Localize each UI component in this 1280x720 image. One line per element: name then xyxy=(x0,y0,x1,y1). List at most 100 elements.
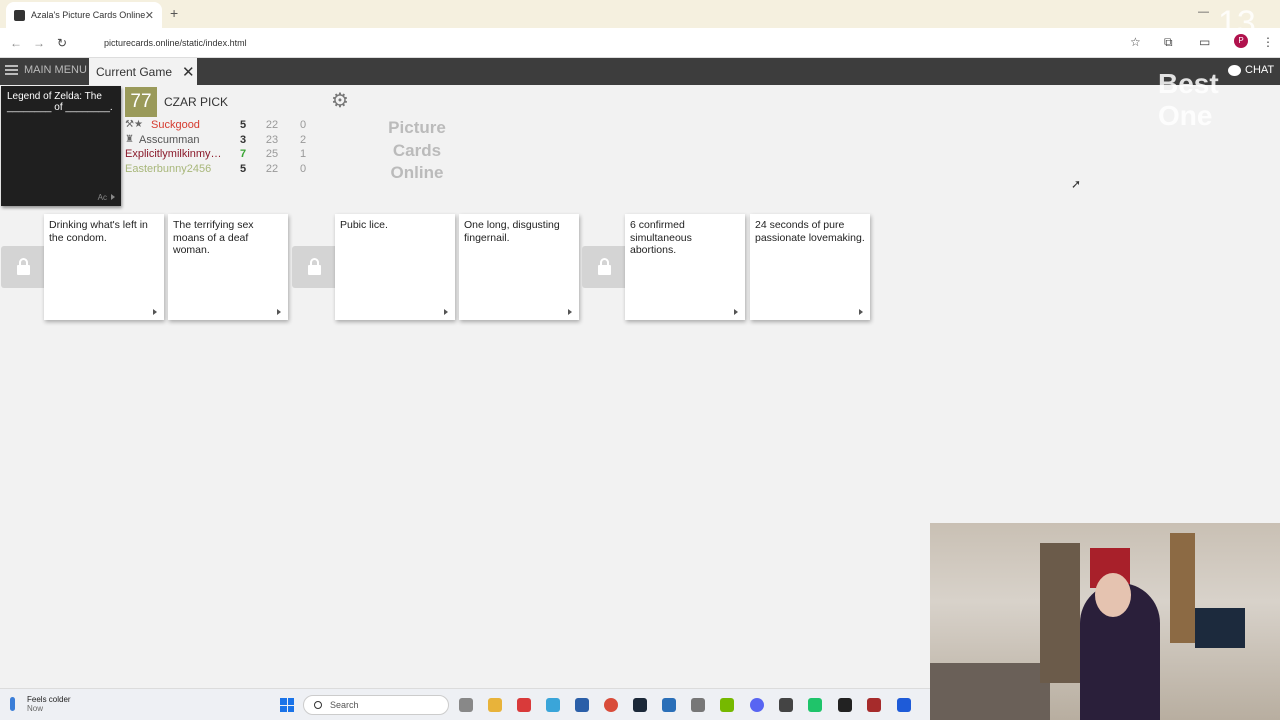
thermometer-icon xyxy=(10,697,15,711)
weather-title: Feels colder xyxy=(27,695,71,704)
white-card-text: Drinking what's left in the condom. xyxy=(49,219,148,244)
card-arrow-icon xyxy=(277,309,281,315)
current-tab-label: Current Game xyxy=(96,64,173,79)
webcam-feed xyxy=(930,523,1280,720)
stream-overlay-text: Best One xyxy=(1158,68,1219,131)
black-card-pack[interactable]: Ac xyxy=(98,193,115,202)
player-name: Easterbunny2456 xyxy=(125,163,212,176)
player-score: 5 xyxy=(239,163,247,176)
white-card[interactable]: 6 confirmed simultaneous abortions. xyxy=(625,214,745,320)
app-icon[interactable] xyxy=(779,698,793,712)
app-icon[interactable] xyxy=(867,698,881,712)
player-stat: 0 xyxy=(299,119,307,131)
app-icon[interactable] xyxy=(662,698,676,712)
card-arrow-icon xyxy=(568,309,572,315)
app-icon[interactable] xyxy=(546,698,560,712)
app-icon[interactable] xyxy=(808,698,822,712)
player-score: 5 xyxy=(239,119,247,131)
browser-tab-title: Azala's Picture Cards Online xyxy=(31,10,145,20)
white-card[interactable]: One long, disgusting fingernail. xyxy=(459,214,579,320)
player-stat: 1 xyxy=(299,148,307,161)
forward-icon[interactable]: → xyxy=(33,36,45,50)
address-toolbar: ← → ↻ picturecards.online/static/index.h… xyxy=(0,28,1280,58)
player-row: Easterbunny2456 5 22 0 xyxy=(125,163,315,178)
czar-icon: ⚒★ xyxy=(125,119,143,130)
reload-icon[interactable]: ↻ xyxy=(57,36,67,50)
main-menu-label: MAIN MENU xyxy=(24,64,87,76)
minimize-icon[interactable]: — xyxy=(1198,6,1209,18)
player-row: Explicitlymilkinmy… 7 25 1 xyxy=(125,148,315,163)
steam-icon[interactable] xyxy=(633,698,647,712)
cast-icon[interactable]: ▭ xyxy=(1199,35,1210,49)
player-stat: 2 xyxy=(299,133,307,146)
white-card[interactable]: The terrifying sex moans of a deaf woman… xyxy=(168,214,288,320)
black-card-text: Legend of Zelda: The ________ of _______… xyxy=(7,91,113,113)
bookmark-star-icon[interactable]: ☆ xyxy=(1130,35,1141,49)
lock-icon xyxy=(1,246,45,288)
url-text: picturecards.online/static/index.html xyxy=(104,38,247,48)
new-tab-button[interactable]: + xyxy=(170,5,178,21)
black-card: Legend of Zelda: The ________ of _______… xyxy=(1,86,121,206)
chrome-icon[interactable] xyxy=(604,698,618,712)
player-stat: 22 xyxy=(265,119,279,131)
white-card-text: The terrifying sex moans of a deaf woman… xyxy=(173,219,254,256)
task-view-icon[interactable] xyxy=(459,698,473,712)
taskbar-search[interactable]: Search xyxy=(303,695,449,715)
browser-menu-icon[interactable]: ⋮ xyxy=(1262,35,1274,49)
os-taskbar: Feels colder Now Search xyxy=(0,688,930,720)
card-arrow-icon xyxy=(153,309,157,315)
white-card-text: One long, disgusting fingernail. xyxy=(464,219,560,244)
tab-current-game[interactable]: Current Game ✕ xyxy=(89,58,197,85)
main-menu-button[interactable]: MAIN MENU xyxy=(5,64,87,76)
card-arrow-icon xyxy=(859,309,863,315)
search-placeholder: Search xyxy=(330,700,359,710)
white-card-text: Pubic lice. xyxy=(340,219,388,231)
logo-line: Picture xyxy=(388,118,446,137)
player-row: Suckgood 5 22 0 ⚒★ xyxy=(125,119,315,134)
player-name: Suckgood xyxy=(151,119,200,131)
player-score: 3 xyxy=(239,133,247,146)
white-card[interactable]: Drinking what's left in the condom. xyxy=(44,214,164,320)
windows-start-icon[interactable] xyxy=(280,698,294,712)
lock-icon xyxy=(582,246,626,288)
file-explorer-icon[interactable] xyxy=(488,698,502,712)
site-logo: Picture Cards Online xyxy=(372,117,462,185)
player-stat: 25 xyxy=(265,148,279,161)
game-phase: CZAR PICK xyxy=(164,95,229,109)
player-stat: 22 xyxy=(265,163,279,176)
player-name: Asscumman xyxy=(139,133,200,146)
dropbox-icon[interactable] xyxy=(897,698,911,712)
player-stat: 23 xyxy=(265,133,279,146)
outlook-icon[interactable] xyxy=(575,698,589,712)
discord-icon[interactable] xyxy=(750,698,764,712)
logo-line: Cards xyxy=(392,140,442,160)
app-icon[interactable] xyxy=(517,698,531,712)
round-counter: 77 xyxy=(125,87,157,117)
scoreboard: Suckgood 5 22 0 ⚒★ Asscumman 3 23 2 ♜ Explicitlymi… xyxy=(125,119,315,178)
weather-widget[interactable]: Feels colder Now xyxy=(10,695,71,713)
player-score: 7 xyxy=(239,148,247,161)
mouse-cursor-icon: ➚ xyxy=(1071,177,1082,191)
hamburger-icon xyxy=(5,65,18,75)
white-card-text: 24 seconds of pure passionate lovemaking… xyxy=(755,219,865,244)
nvidia-icon[interactable] xyxy=(720,698,734,712)
url-field[interactable]: picturecards.online/static/index.html xyxy=(84,32,1158,54)
lock-icon xyxy=(292,246,336,288)
card-arrow-icon xyxy=(734,309,738,315)
expand-arrow-icon xyxy=(111,194,115,200)
trophy-icon: ♜ xyxy=(125,133,134,145)
close-icon[interactable]: ✕ xyxy=(182,63,195,81)
player-row: Asscumman 3 23 2 ♜ xyxy=(125,134,315,149)
close-tab-icon[interactable]: ✕ xyxy=(145,9,154,22)
browser-tab[interactable]: Azala's Picture Cards Online ✕ xyxy=(6,2,162,28)
app-header: MAIN MENU Current Game ✕ CHAT xyxy=(0,58,1280,85)
weather-subtitle: Now xyxy=(27,704,44,713)
white-card[interactable]: 24 seconds of pure passionate lovemaking… xyxy=(750,214,870,320)
back-icon[interactable]: ← xyxy=(10,36,22,50)
settings-icon[interactable] xyxy=(691,698,705,712)
capcut-icon[interactable] xyxy=(838,698,852,712)
browser-tab-strip: Azala's Picture Cards Online ✕ + — xyxy=(0,0,1280,28)
white-card[interactable]: Pubic lice. xyxy=(335,214,455,320)
gear-icon[interactable]: ⚙ xyxy=(331,88,349,113)
extensions-icon[interactable]: ⧉ xyxy=(1164,35,1173,50)
